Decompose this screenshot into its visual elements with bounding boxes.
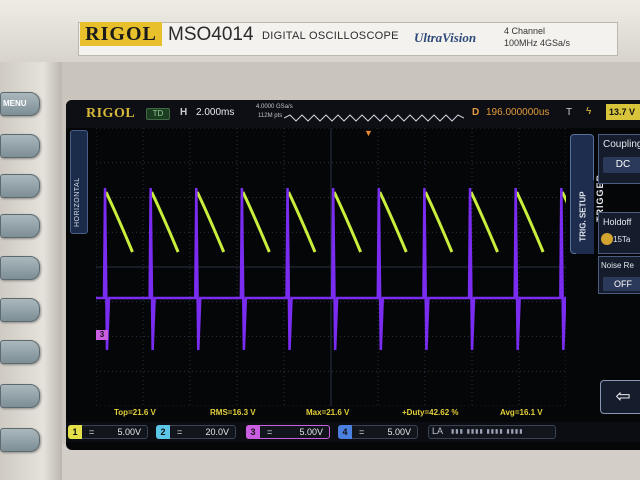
memory-overview-bar[interactable] — [284, 114, 464, 122]
spec-channels: 4 Channel — [504, 26, 546, 36]
waveform-grid — [96, 128, 566, 406]
ultravision-logo: UltraVision — [414, 30, 477, 45]
delay-value[interactable]: 196.000000us — [486, 107, 549, 118]
holdoff-menu-item[interactable]: Holdoff 15Ta — [598, 212, 640, 254]
logic-analyzer-box[interactable]: LA ▮▮▮ ▮▮▮▮ ▮▮▮▮ ▮▮▮▮ — [428, 425, 556, 439]
holdoff-title: Holdoff — [603, 217, 632, 227]
coupling-value: DC — [603, 157, 640, 173]
model-description: DIGITAL OSCILLOSCOPE — [262, 30, 399, 42]
softkey-5-button[interactable] — [0, 298, 40, 322]
run-state-badge[interactable]: TD — [146, 108, 170, 120]
trig-setup-label: TRIG. SETUP — [578, 191, 588, 242]
channel-3-box[interactable]: 3 = 5.00V — [246, 425, 330, 439]
channel-1-scale: 5.00V — [117, 427, 141, 437]
trigger-level[interactable]: 13.7 V — [606, 104, 640, 120]
menu-button[interactable]: MENU — [0, 92, 40, 116]
channel-2-coupling: = — [177, 427, 183, 437]
menu-button-label: MENU — [3, 99, 27, 108]
memory-depth: 112M pts — [258, 113, 283, 119]
softkey-6-button[interactable] — [0, 340, 40, 364]
screen-logo: RIGOL — [86, 106, 136, 121]
trigger-edge-icon: ϟ — [586, 106, 592, 117]
softkey-2-button[interactable] — [0, 174, 40, 198]
timebase-value[interactable]: 2.000ms — [196, 107, 234, 118]
channel-3-coupling: = — [267, 427, 273, 437]
holdoff-value: 15Ta — [613, 235, 631, 244]
model-name: MSO4014 — [168, 24, 254, 45]
softkey-8-button[interactable] — [0, 428, 40, 452]
measurement-duty: +Duty=42.62 % — [402, 408, 459, 417]
trig-setup-tab[interactable]: TRIG. SETUP — [576, 180, 594, 254]
noise-reject-value: OFF — [603, 277, 640, 291]
channel-1-coupling: = — [89, 427, 95, 437]
graticule — [96, 128, 566, 406]
channel-3-scale: 5.00V — [299, 427, 323, 437]
horizontal-tab-label: HORIZONTAL — [74, 177, 81, 227]
back-arrow-icon[interactable]: ⇦ — [600, 380, 640, 414]
noise-reject-menu-item[interactable]: Noise Re OFF — [598, 256, 640, 294]
channel-2-box[interactable]: 2 = 20.0V — [156, 425, 236, 439]
channel-4-scale: 5.00V — [387, 427, 411, 437]
softkey-1-button[interactable] — [0, 134, 40, 158]
channel-4-coupling: = — [359, 427, 365, 437]
trigger-label: T — [566, 107, 573, 118]
logic-analyzer-cells: ▮▮▮ ▮▮▮▮ ▮▮▮▮ ▮▮▮▮ — [451, 429, 524, 435]
softkey-7-button[interactable] — [0, 384, 40, 408]
horizontal-tab[interactable]: HORIZONTAL — [70, 130, 88, 234]
sample-rate: 4.0000 GSa/s — [256, 104, 293, 110]
oscilloscope-screen: RIGOL TD H 2.000ms 4.0000 GSa/s 112M pts… — [66, 100, 640, 450]
channel-1-trace — [104, 191, 566, 253]
channel-4-number: 4 — [338, 425, 352, 439]
channel-1-number: 1 — [68, 425, 82, 439]
measurement-avg: Avg=16.1 V — [500, 408, 543, 417]
spec-bandwidth: 100MHz 4GSa/s — [504, 38, 571, 48]
softkey-3-button[interactable] — [0, 214, 40, 238]
channel-4-box[interactable]: 4 = 5.00V — [338, 425, 418, 439]
channel-2-number: 2 — [156, 425, 170, 439]
measurement-max: Max=21.6 V — [306, 408, 350, 417]
measurement-top: Top=21.6 V — [114, 408, 156, 417]
timebase-label: H — [180, 107, 188, 118]
coupling-title: Coupling — [603, 139, 640, 150]
logic-analyzer-label: LA — [432, 426, 444, 436]
softkey-4-button[interactable] — [0, 256, 40, 280]
ch3-offset-marker[interactable]: 3 — [96, 330, 108, 340]
channel-2-scale: 20.0V — [205, 427, 229, 437]
delay-label: D — [472, 107, 480, 118]
measurement-rms: RMS=16.3 V — [210, 408, 256, 417]
noise-reject-title: Noise Re — [601, 261, 634, 270]
channel-3-number: 3 — [246, 425, 260, 439]
trigger-position-marker-icon[interactable]: ▼ — [364, 128, 373, 138]
channel-1-box[interactable]: 1 = 5.00V — [68, 425, 148, 439]
channel-bar: 1 = 5.00V 2 = 20.0V 3 = 5.00V 4 = 5.00V … — [66, 422, 640, 442]
rigol-logo: RIGOL — [80, 22, 162, 46]
coupling-menu-item[interactable]: Coupling DC — [598, 134, 640, 184]
knob-icon — [601, 233, 613, 245]
status-bar: RIGOL TD H 2.000ms 4.0000 GSa/s 112M pts… — [66, 100, 640, 128]
